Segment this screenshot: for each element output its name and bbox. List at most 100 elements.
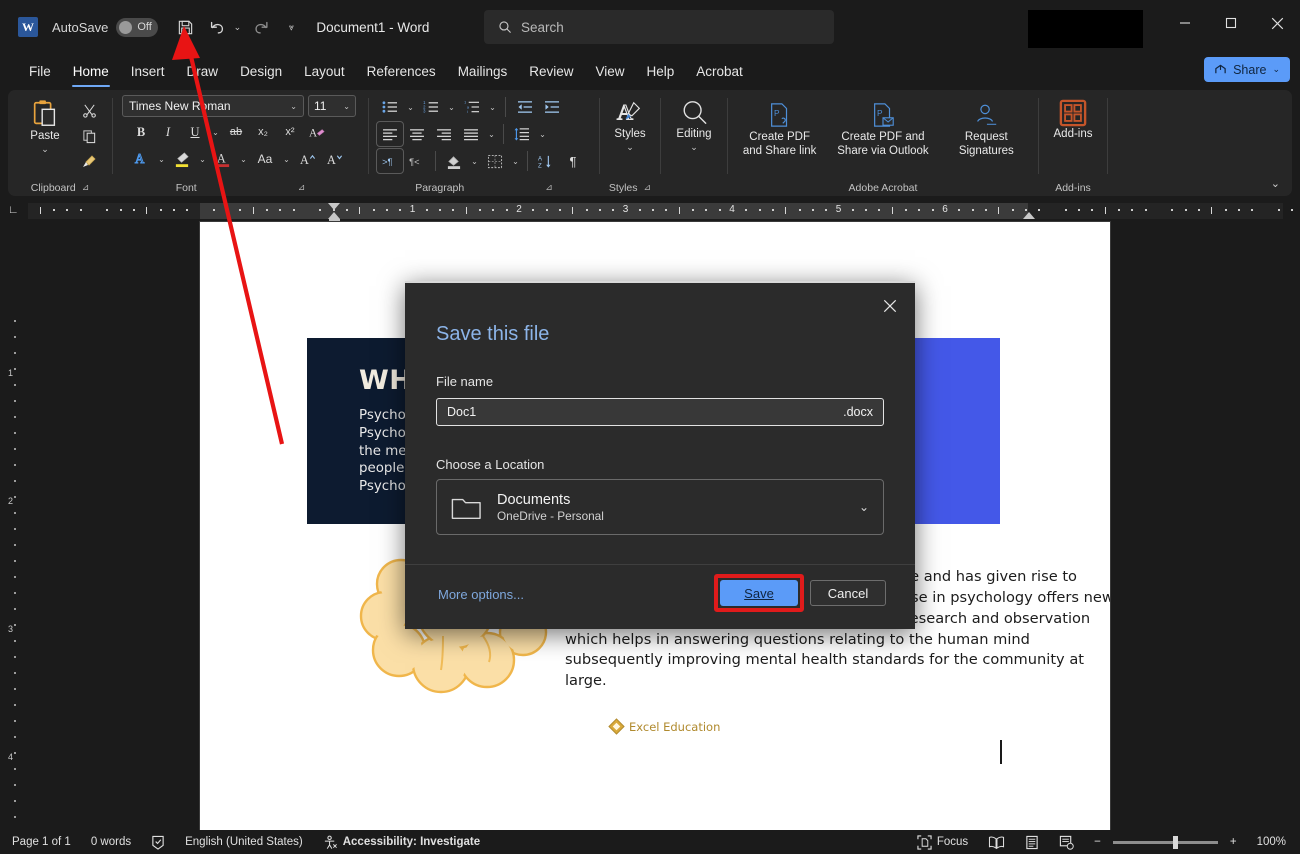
web-layout-button[interactable] — [1049, 830, 1084, 854]
right-indent-marker[interactable] — [1023, 212, 1035, 219]
justify-dropdown-icon[interactable]: ⌄ — [485, 122, 498, 146]
tab-file[interactable]: File — [18, 61, 62, 84]
tab-design[interactable]: Design — [229, 61, 293, 84]
shrink-font-button[interactable]: A — [321, 147, 347, 171]
tab-draw[interactable]: Draw — [176, 61, 230, 84]
line-spacing-button[interactable] — [509, 122, 535, 146]
undo-icon[interactable] — [202, 12, 232, 42]
close-icon[interactable] — [877, 293, 903, 319]
copy-button[interactable] — [76, 124, 102, 148]
zoom-in-button[interactable]: + — [1226, 830, 1247, 854]
tab-mailings[interactable]: Mailings — [447, 61, 519, 84]
bullets-button[interactable] — [377, 95, 403, 119]
text-highlight-button[interactable] — [169, 147, 195, 171]
zoom-slider[interactable] — [1112, 835, 1218, 849]
chevron-down-icon[interactable]: ⌄ — [859, 500, 869, 514]
change-case-button[interactable]: Aa — [251, 147, 279, 171]
left-to-right-button[interactable]: >¶ — [376, 148, 404, 174]
tab-review[interactable]: Review — [518, 61, 584, 84]
cut-button[interactable] — [76, 98, 102, 122]
font-size-combobox[interactable]: 11 ⌄ — [308, 95, 356, 117]
styles-dropdown-icon[interactable]: ⌄ — [626, 142, 634, 153]
collapse-ribbon-button[interactable]: ⌄ — [1271, 177, 1280, 190]
sort-button[interactable]: AZ — [533, 149, 559, 173]
align-right-button[interactable] — [431, 122, 457, 146]
tab-stop-left-icon[interactable]: ∟ — [8, 204, 19, 216]
request-signatures-button[interactable]: Request Signatures — [936, 98, 1036, 159]
tab-references[interactable]: References — [356, 61, 447, 84]
tab-home[interactable]: Home — [62, 61, 120, 87]
font-color-dropdown-icon[interactable]: ⌄ — [237, 147, 250, 171]
close-button[interactable] — [1254, 0, 1300, 46]
share-button[interactable]: Share ⌄ — [1204, 57, 1290, 82]
font-name-caret-icon[interactable]: ⌄ — [290, 102, 297, 111]
minimize-button[interactable] — [1162, 0, 1208, 46]
bullets-dropdown-icon[interactable]: ⌄ — [404, 95, 417, 119]
bold-button[interactable]: B — [128, 120, 154, 144]
tab-layout[interactable]: Layout — [293, 61, 356, 84]
editing-dropdown-icon[interactable]: ⌄ — [690, 142, 698, 153]
font-dialog-launcher[interactable]: ⊿ — [298, 182, 306, 193]
editing-button[interactable]: Editing ⌄ — [663, 95, 725, 153]
print-layout-button[interactable] — [1015, 830, 1049, 854]
font-size-caret-icon[interactable]: ⌄ — [343, 102, 350, 111]
share-caret-icon[interactable]: ⌄ — [1272, 64, 1280, 75]
addins-button[interactable]: Add-ins — [1043, 95, 1103, 141]
search-input[interactable]: Search — [484, 10, 834, 44]
save-button[interactable]: Save — [720, 580, 798, 606]
hanging-indent-marker[interactable] — [328, 212, 340, 219]
format-painter-button[interactable] — [76, 150, 102, 174]
language-indicator[interactable]: English (United States) — [175, 830, 313, 854]
autosave-toggle[interactable]: Off — [116, 17, 159, 37]
multilevel-dropdown-icon[interactable]: ⌄ — [486, 95, 499, 119]
strikethrough-button[interactable]: ab — [223, 120, 249, 144]
tab-view[interactable]: View — [584, 61, 635, 84]
borders-button[interactable] — [482, 149, 508, 173]
change-case-dropdown-icon[interactable]: ⌄ — [280, 147, 293, 171]
font-color-button[interactable]: A — [210, 147, 236, 171]
align-center-button[interactable] — [404, 122, 430, 146]
zoom-level[interactable]: 100% — [1247, 830, 1300, 854]
increase-indent-button[interactable] — [539, 95, 565, 119]
align-left-button[interactable] — [376, 121, 404, 147]
page-indicator[interactable]: Page 1 of 1 — [0, 830, 81, 854]
horizontal-ruler[interactable]: 1 2 3 4 5 6 — [28, 203, 1294, 223]
accessibility-status[interactable]: Accessibility: Investigate — [313, 830, 490, 854]
justify-button[interactable] — [458, 122, 484, 146]
zoom-out-button[interactable]: − — [1084, 830, 1105, 854]
show-formatting-marks-button[interactable]: ¶ — [560, 149, 586, 173]
decrease-indent-button[interactable] — [512, 95, 538, 119]
paste-dropdown-icon[interactable]: ⌄ — [41, 144, 49, 155]
italic-button[interactable]: I — [155, 120, 181, 144]
superscript-button[interactable]: x² — [277, 120, 303, 144]
maximize-button[interactable] — [1208, 0, 1254, 46]
text-effects-button[interactable]: A — [128, 147, 154, 171]
paragraph-dialog-launcher[interactable]: ⊿ — [545, 182, 553, 193]
proofing-status[interactable] — [141, 830, 175, 854]
read-mode-button[interactable] — [978, 830, 1015, 854]
borders-dropdown-icon[interactable]: ⌄ — [509, 149, 522, 173]
word-count[interactable]: 0 words — [81, 830, 141, 854]
save-icon[interactable] — [170, 12, 200, 42]
undo-dropdown-icon[interactable]: ⌄ — [230, 22, 244, 33]
tab-acrobat[interactable]: Acrobat — [685, 61, 754, 84]
numbering-dropdown-icon[interactable]: ⌄ — [445, 95, 458, 119]
grow-font-button[interactable]: A — [294, 147, 320, 171]
font-name-combobox[interactable]: Times New Roman ⌄ — [122, 95, 304, 117]
file-name-input[interactable]: Doc1 .docx — [436, 398, 884, 426]
shading-button[interactable] — [441, 149, 467, 173]
multilevel-list-button[interactable]: 1ai — [459, 95, 485, 119]
first-line-indent-marker[interactable] — [328, 203, 340, 210]
customize-quick-access-icon[interactable]: ⩔ — [284, 22, 298, 33]
clear-formatting-button[interactable]: A — [304, 120, 330, 144]
styles-button[interactable]: A Styles ⌄ — [601, 95, 659, 153]
redo-icon[interactable] — [246, 12, 276, 42]
clipboard-dialog-launcher[interactable]: ⊿ — [82, 182, 90, 193]
styles-dialog-launcher[interactable]: ⊿ — [644, 182, 652, 193]
more-options-link[interactable]: More options... — [438, 587, 524, 602]
underline-dropdown-icon[interactable]: ⌄ — [209, 120, 222, 144]
subscript-button[interactable]: x₂ — [250, 120, 276, 144]
numbering-button[interactable]: 123 — [418, 95, 444, 119]
right-to-left-button[interactable]: ¶< — [404, 149, 430, 173]
shading-dropdown-icon[interactable]: ⌄ — [468, 149, 481, 173]
